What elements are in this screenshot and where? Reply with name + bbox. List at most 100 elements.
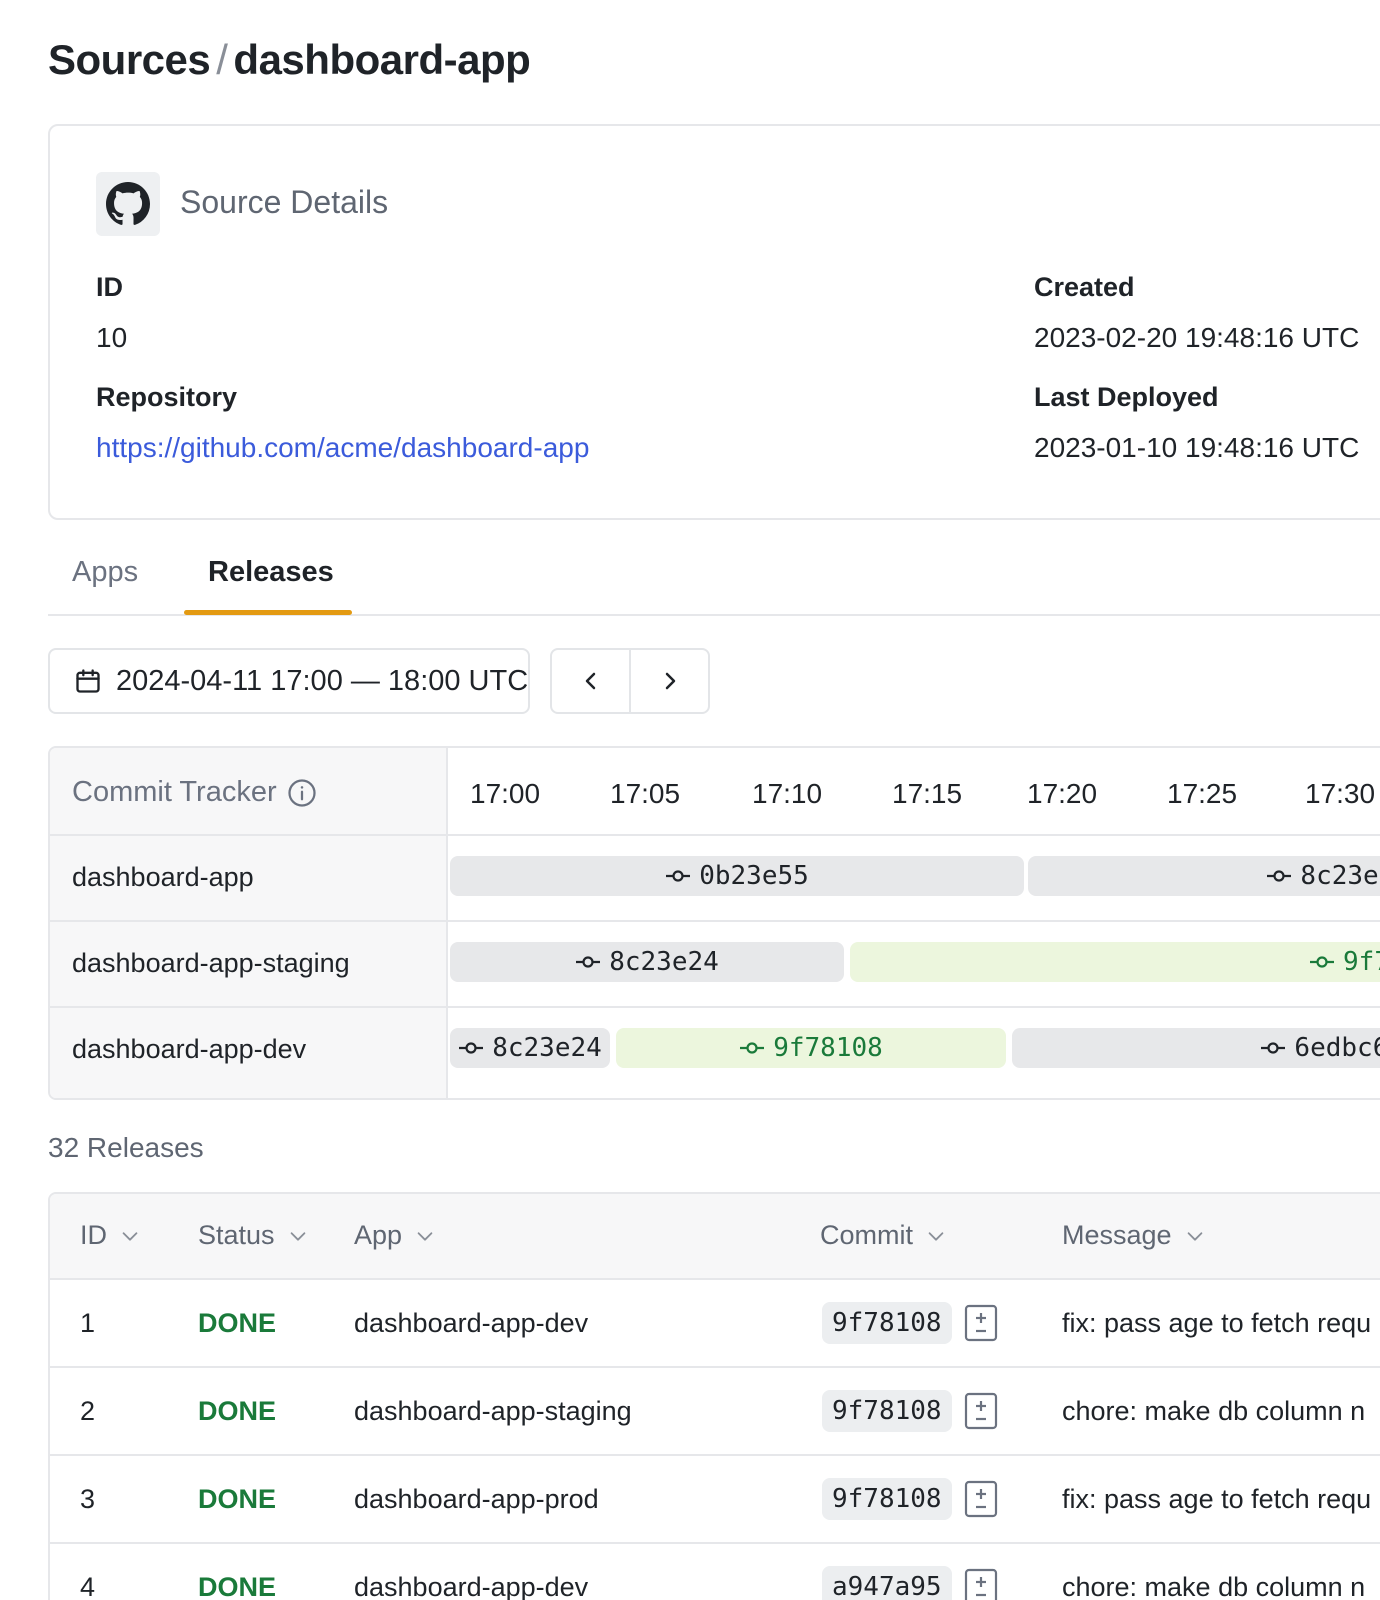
status-badge: DONE (198, 1396, 277, 1426)
id-label: ID (96, 272, 123, 302)
tab-releases[interactable]: Releases (208, 556, 334, 589)
commit-bar[interactable]: 6edbc6f (1012, 1028, 1380, 1068)
column-header-message[interactable]: Message (1062, 1220, 1206, 1251)
diff-icon[interactable] (964, 1480, 998, 1518)
commit-bar[interactable]: 0b23e55 (450, 856, 1024, 896)
release-id: 2 (80, 1396, 96, 1426)
repository-link[interactable]: https://github.com/acme/dashboard-app (96, 432, 589, 463)
commit-icon (458, 1041, 484, 1055)
column-header-commit[interactable]: Commit (820, 1220, 947, 1251)
tracker-app-label: dashboard-app-staging (72, 948, 350, 978)
created-value: 2023-02-20 19:48:16 UTC (1034, 322, 1360, 353)
commit-hash: 8c23e24 (1300, 861, 1380, 891)
time-tick: 17:00 (470, 778, 541, 809)
date-range-picker[interactable]: 2024-04-11 17:00 — 18:00 UTC (48, 648, 530, 714)
commit-hash: 6edbc6f (1294, 1033, 1380, 1063)
time-tick: 17:15 (892, 778, 963, 809)
table-row[interactable]: 3 DONE dashboard-app-prod 9f78108 fix: p… (50, 1458, 1380, 1544)
tracker-title: Commit Tracker (72, 776, 317, 809)
tab-apps[interactable]: Apps (72, 556, 138, 589)
id-value: 10 (96, 322, 128, 353)
chevron-down-icon (925, 1225, 947, 1247)
breadcrumb-separator: / (216, 36, 228, 83)
commit-chip[interactable]: 9f78108 (822, 1302, 952, 1344)
release-message: chore: make db column n (1062, 1572, 1366, 1600)
releases-table: ID Status App Commit Message 1 DONE dash… (48, 1192, 1380, 1600)
commit-bar[interactable]: 9f7 (850, 942, 1380, 982)
time-tick: 17:10 (752, 778, 823, 809)
commit-hash: 9f7 (1343, 947, 1380, 977)
time-tick: 17:05 (610, 778, 681, 809)
commit-bar[interactable]: 8c23e24 (450, 1028, 610, 1068)
github-icon (96, 172, 160, 236)
commit-chip[interactable]: a947a95 (822, 1566, 952, 1600)
release-message: fix: pass age to fetch requ (1062, 1308, 1372, 1338)
release-app: dashboard-app-dev (354, 1572, 589, 1600)
commit-hash: 8c23e24 (609, 947, 719, 977)
date-range-label: 2024-04-11 17:00 — 18:00 UTC (116, 664, 529, 697)
chevron-left-icon (579, 669, 603, 693)
last-deployed-label: Last Deployed (1034, 382, 1219, 412)
commit-icon (739, 1041, 765, 1055)
commit-icon (1266, 869, 1292, 883)
commit-chip[interactable]: 9f78108 (822, 1478, 952, 1520)
time-tick: 17:25 (1167, 778, 1238, 809)
status-badge: DONE (198, 1308, 277, 1338)
column-header-label: Message (1062, 1220, 1172, 1250)
previous-range-button[interactable] (552, 650, 629, 712)
column-header-label: ID (80, 1220, 107, 1250)
tab-bar: Apps Releases (48, 546, 1380, 616)
chevron-right-icon (658, 669, 682, 693)
info-icon[interactable] (287, 778, 317, 808)
commit-bar[interactable]: 8c23e24 (450, 942, 844, 982)
commit-icon (1260, 1041, 1286, 1055)
chevron-down-icon (119, 1225, 141, 1247)
breadcrumb-current: dashboard-app (233, 36, 531, 83)
commit-hash: 0b23e55 (699, 861, 809, 891)
commit-icon (665, 869, 691, 883)
breadcrumb-root[interactable]: Sources (48, 36, 211, 83)
table-row[interactable]: 1 DONE dashboard-app-dev 9f78108 fix: pa… (50, 1282, 1380, 1368)
created-label: Created (1034, 272, 1135, 302)
source-details-card: Source Details ID 10 Repository https://… (48, 124, 1380, 520)
commit-hash: 8c23e24 (492, 1033, 602, 1063)
column-header-label: Status (198, 1220, 275, 1250)
tracker-app-label: dashboard-app (72, 862, 254, 892)
release-app: dashboard-app-prod (354, 1484, 599, 1514)
chevron-down-icon (414, 1225, 436, 1247)
status-badge: DONE (198, 1572, 277, 1600)
diff-icon[interactable] (964, 1304, 998, 1342)
column-header-app[interactable]: App (354, 1220, 436, 1251)
last-deployed-value: 2023-01-10 19:48:16 UTC (1034, 432, 1360, 463)
commit-tracker: Commit Tracker 17:00 17:05 17:10 17:15 1… (48, 746, 1380, 1100)
commit-chip[interactable]: 9f78108 (822, 1390, 952, 1432)
repository-label: Repository (96, 382, 238, 412)
card-title: Source Details (180, 184, 389, 220)
commit-icon (1309, 955, 1335, 969)
commit-bar[interactable]: 9f78108 (616, 1028, 1006, 1068)
release-message: fix: pass age to fetch requ (1062, 1484, 1372, 1514)
commit-icon (575, 955, 601, 969)
tracker-title-text: Commit Tracker (72, 776, 277, 808)
release-app: dashboard-app-staging (354, 1396, 632, 1426)
column-header-id[interactable]: ID (80, 1220, 141, 1251)
column-header-label: Commit (820, 1220, 913, 1250)
diff-icon[interactable] (964, 1568, 998, 1600)
calendar-icon (74, 667, 102, 695)
commit-bar[interactable]: 8c23e24 (1028, 856, 1380, 896)
release-id: 1 (80, 1308, 96, 1338)
diff-icon[interactable] (964, 1392, 998, 1430)
column-header-label: App (354, 1220, 403, 1250)
table-row[interactable]: 4 DONE dashboard-app-dev a947a95 chore: … (50, 1546, 1380, 1600)
column-header-status[interactable]: Status (198, 1220, 309, 1251)
table-row[interactable]: 2 DONE dashboard-app-staging 9f78108 cho… (50, 1370, 1380, 1456)
release-id: 3 (80, 1484, 96, 1514)
release-count: 32 Releases (48, 1132, 204, 1163)
commit-hash: 9f78108 (773, 1033, 883, 1063)
time-tick: 17:20 (1027, 778, 1098, 809)
release-id: 4 (80, 1572, 96, 1600)
chevron-down-icon (1184, 1225, 1206, 1247)
time-tick: 17:30 (1305, 778, 1376, 809)
tracker-app-label: dashboard-app-dev (72, 1034, 307, 1064)
next-range-button[interactable] (629, 650, 708, 712)
